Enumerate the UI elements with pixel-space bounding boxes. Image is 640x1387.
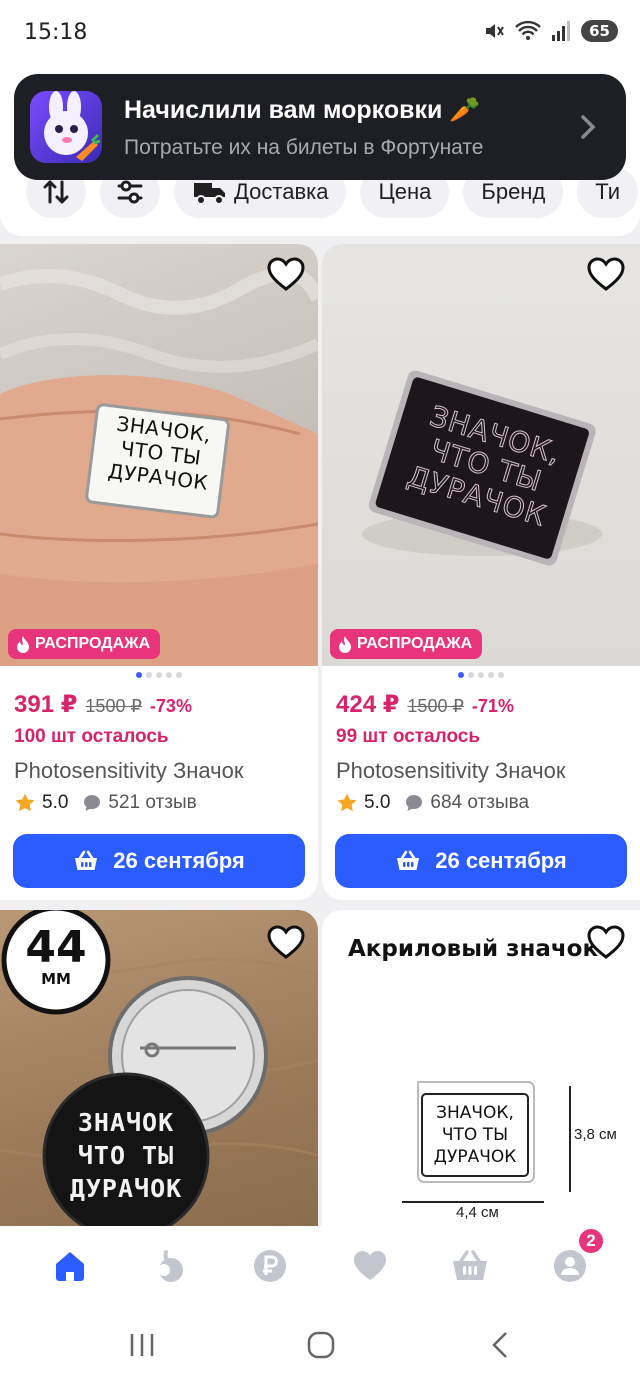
status-icons: 65 xyxy=(483,20,618,42)
system-nav-bar xyxy=(0,1306,640,1387)
app-screen: 15:18 65 Доставка Цена Бренд Ти Начислил… xyxy=(0,0,640,1387)
badge-text: ЗНАЧОК, ЧТО ТЫ ДУРАЧОК xyxy=(433,1103,517,1167)
delivery-date: 26 сентября xyxy=(435,848,567,873)
stock-left: 99 шт осталось xyxy=(336,726,481,747)
rating-value: 5.0 xyxy=(42,792,69,813)
profile-badge: 2 xyxy=(576,1226,606,1256)
nav-profile[interactable]: 2 xyxy=(540,1226,606,1296)
bottom-nav: 2 xyxy=(0,1226,640,1306)
product-image[interactable]: ЗНАЧОК, ЧТО ТЫ ДУРАЧОК xyxy=(0,244,318,666)
filter-sliders-icon xyxy=(117,180,143,204)
old-price: 1500 ₽ xyxy=(407,696,464,716)
nav-catalog[interactable] xyxy=(140,1236,200,1296)
status-time: 15:18 xyxy=(24,20,88,45)
comment-icon xyxy=(84,795,101,811)
stock-left: 100 шт осталось xyxy=(14,726,169,747)
sort-icon xyxy=(43,180,69,204)
price: 391 ₽ xyxy=(14,691,78,718)
favorite-heart-icon[interactable] xyxy=(586,924,626,960)
badge-text: ЗНАЧОК ЧТО ТЫ ДУРАЧОК xyxy=(69,1108,183,1203)
favorite-heart-icon[interactable] xyxy=(266,256,306,292)
catalog-icon xyxy=(158,1250,183,1282)
basket-icon xyxy=(75,850,98,870)
star-icon xyxy=(337,793,357,812)
rating-row: 5.0 684 отзыва xyxy=(336,792,529,814)
nav-cart[interactable] xyxy=(440,1236,500,1296)
reviews-count: 684 отзыва xyxy=(430,792,530,813)
notification-toast[interactable]: Начислили вам морковки 🥕 Потратьте их на… xyxy=(14,74,626,180)
favorite-heart-icon[interactable] xyxy=(586,256,626,292)
delivery-date: 26 сентября xyxy=(113,848,245,873)
basket-icon xyxy=(397,850,420,870)
toast-title: Начислили вам морковки 🥕 xyxy=(124,96,481,124)
cart-icon xyxy=(453,1250,487,1280)
image-pager-dots xyxy=(136,672,182,678)
product-name[interactable]: Photosensitivity Значок xyxy=(14,758,243,784)
battery-icon: 65 xyxy=(581,20,618,42)
product-name[interactable]: Photosensitivity Значок xyxy=(336,758,565,784)
reviews-count: 521 отзыв xyxy=(108,792,197,813)
toast-subtitle: Потратьте их на билеты в Фортунате xyxy=(124,136,484,159)
product-card[interactable]: ЗНАЧОК, ЧТО ТЫ ДУРАЧОК РАСПРОДАЖА 391 ₽ … xyxy=(0,244,318,900)
discount: -71% xyxy=(471,696,514,716)
fire-icon xyxy=(339,636,351,653)
product-image[interactable]: ЗНАЧОК, ЧТО ТЫ ДУРАЧОК xyxy=(322,244,640,666)
wifi-icon xyxy=(515,20,541,40)
signal-icon xyxy=(552,21,571,41)
bunny-avatar xyxy=(30,91,102,163)
price: 424 ₽ xyxy=(336,691,400,718)
home-icon xyxy=(56,1252,84,1281)
product-card[interactable]: ЗНАЧОК, ЧТО ТЫ ДУРАЧОК РАСПРОДАЖА 424 ₽ … xyxy=(322,244,640,900)
chip-label: Цена xyxy=(378,179,432,204)
rating-row: 5.0 521 отзыв xyxy=(14,792,197,814)
price-row: 424 ₽ 1500 ₽ -71% xyxy=(336,690,514,719)
old-price: 1500 ₽ xyxy=(85,696,142,716)
nav-favorites[interactable] xyxy=(340,1236,400,1296)
sale-badge: РАСПРОДАЖА xyxy=(8,629,161,659)
fire-icon xyxy=(17,636,29,653)
image-pager-dots xyxy=(458,672,504,678)
recent-apps-icon[interactable] xyxy=(128,1330,156,1360)
mute-icon xyxy=(486,24,504,38)
chip-label: Доставка xyxy=(234,179,329,204)
height-label: 3,8 см xyxy=(574,1126,617,1143)
width-label: 4,4 см xyxy=(456,1204,499,1221)
back-icon[interactable] xyxy=(488,1330,512,1360)
sale-badge: РАСПРОДАЖА xyxy=(330,629,483,659)
chip-label: Ти xyxy=(595,179,621,204)
product-card[interactable]: Акриловый значок ЗНАЧОК, ЧТО ТЫ ДУРАЧОК … xyxy=(322,910,640,1226)
favorites-icon xyxy=(354,1251,386,1280)
finance-icon xyxy=(254,1250,286,1282)
comment-icon xyxy=(406,795,423,811)
discount: -73% xyxy=(149,696,192,716)
status-bar: 15:18 65 xyxy=(0,0,640,66)
chevron-right-icon xyxy=(581,115,596,139)
rating-value: 5.0 xyxy=(364,792,391,813)
nav-home[interactable] xyxy=(40,1236,100,1296)
product-card[interactable]: 44 ММ ЗНАЧОК ЧТО ТЫ ДУРАЧОК xyxy=(0,910,318,1226)
add-to-cart-button[interactable]: 26 сентября xyxy=(335,834,627,888)
size-badge: 44 ММ xyxy=(25,922,87,989)
star-icon xyxy=(15,793,35,812)
favorite-heart-icon[interactable] xyxy=(266,924,306,960)
nav-finance[interactable] xyxy=(240,1236,300,1296)
home-circle-icon[interactable] xyxy=(306,1330,336,1360)
chip-label: Бренд xyxy=(481,179,546,204)
add-to-cart-button[interactable]: 26 сентября xyxy=(13,834,305,888)
delivery-truck-icon xyxy=(194,183,225,205)
price-row: 391 ₽ 1500 ₽ -73% xyxy=(14,690,192,719)
